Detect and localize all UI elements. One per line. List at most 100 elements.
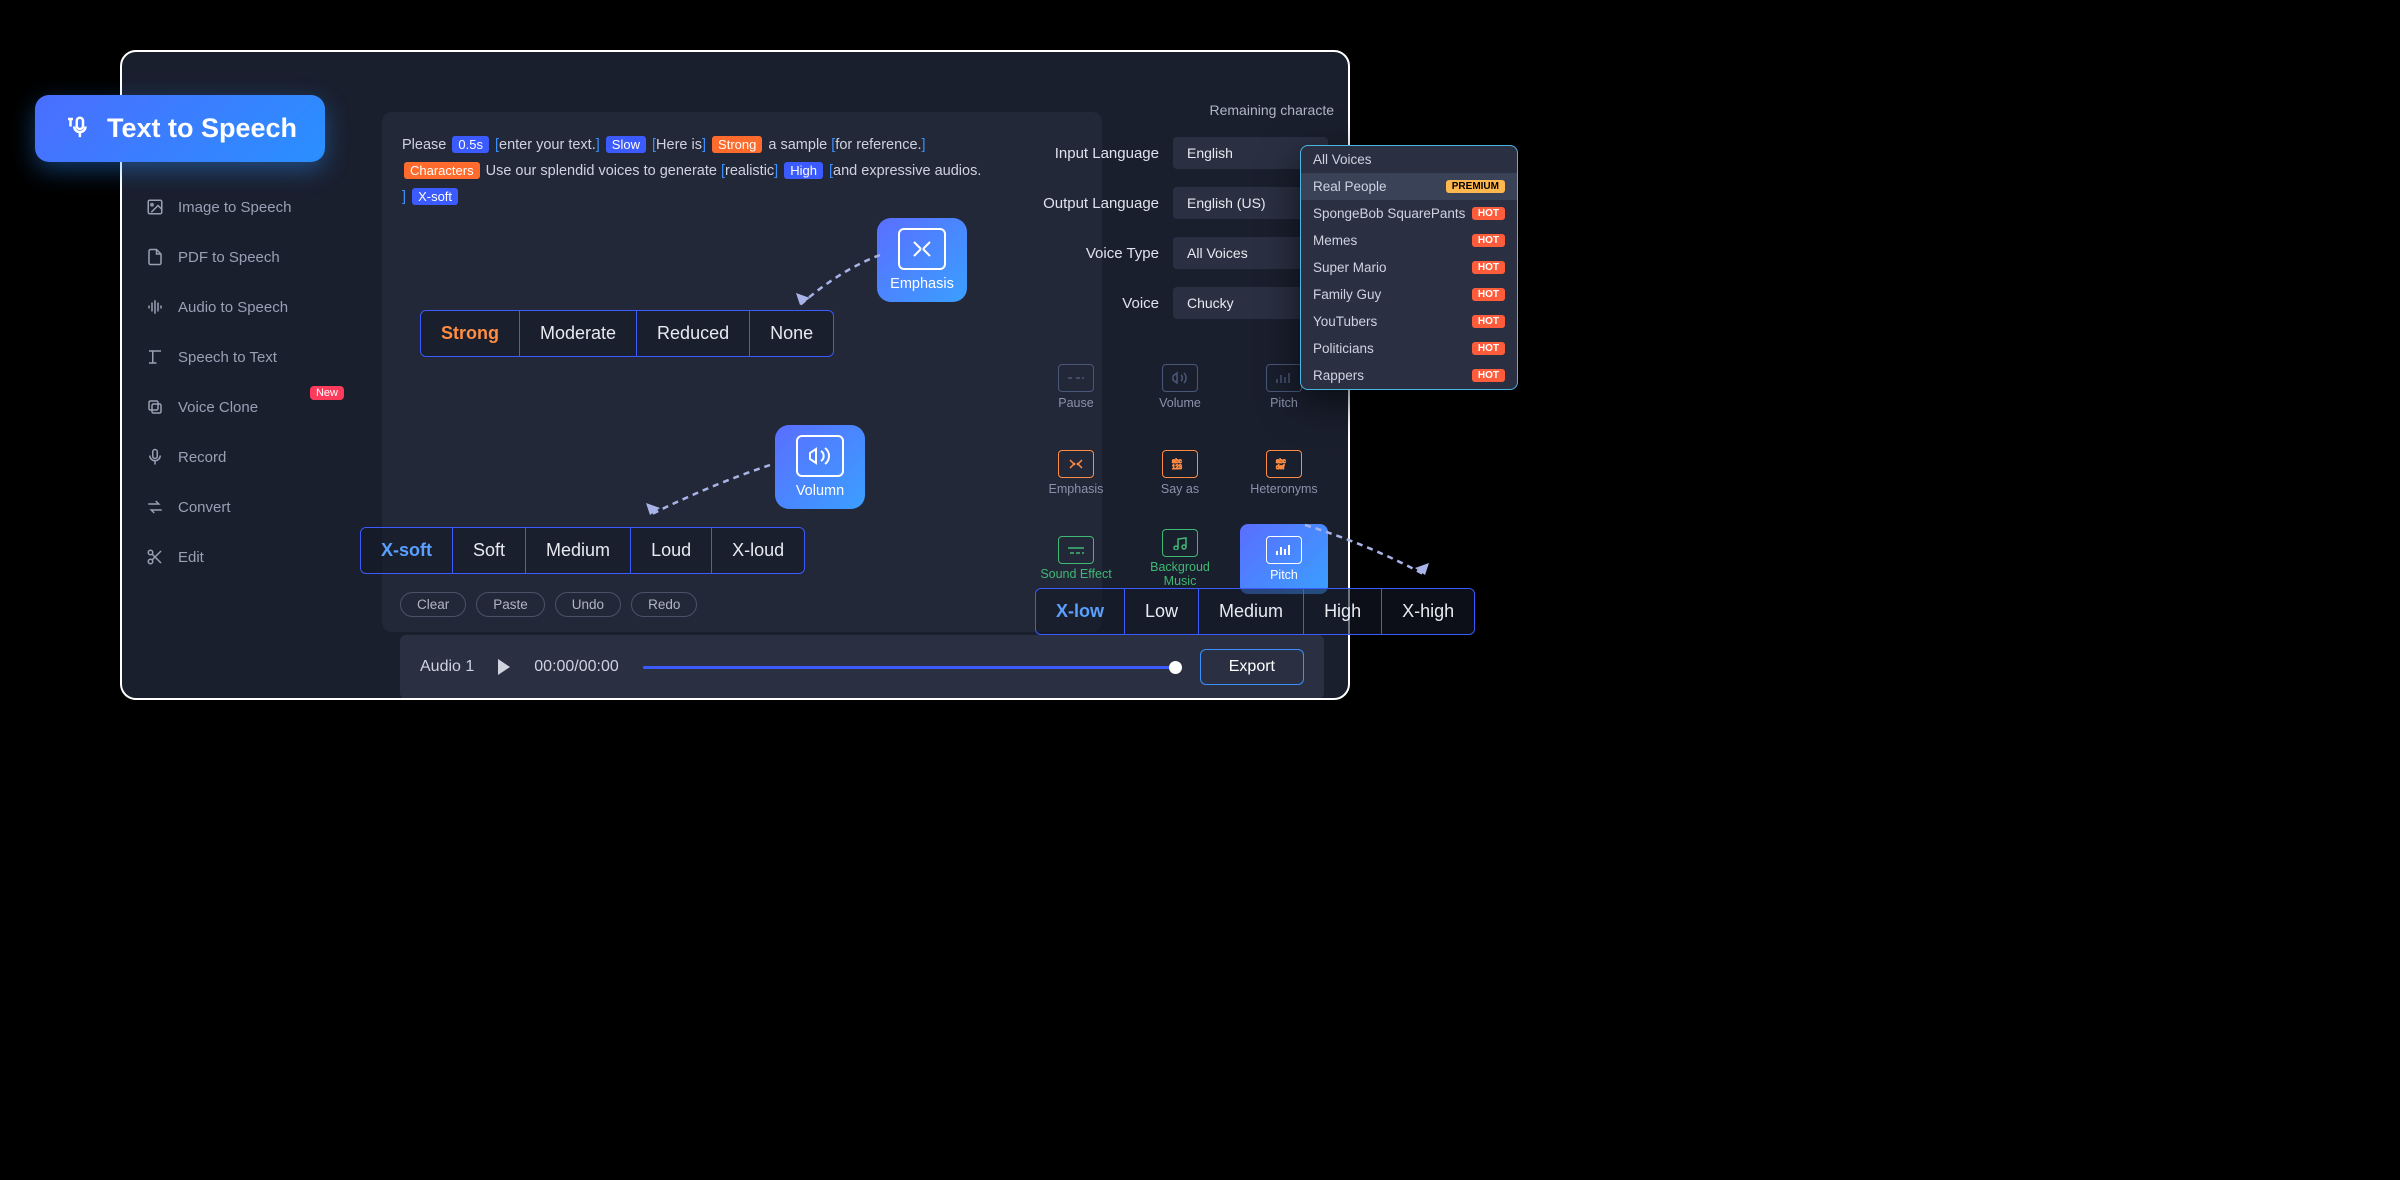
- tool-emphasis[interactable]: Emphasis: [1032, 438, 1120, 508]
- pause-icon: [1058, 364, 1094, 392]
- voice-dropdown-item[interactable]: YouTubers HOT: [1301, 308, 1517, 335]
- input-language-row: Input Language English: [1038, 137, 1328, 169]
- sidebar-item-label: Image to Speech: [178, 199, 291, 216]
- output-language-row: Output Language English (US): [1038, 187, 1328, 219]
- voice-label: Voice: [1038, 295, 1173, 312]
- emphasis-tag[interactable]: Strong: [712, 136, 762, 153]
- volumn-option-medium[interactable]: Medium: [526, 528, 631, 573]
- tool-label: Pause: [1058, 396, 1093, 410]
- scissors-icon: [146, 548, 164, 566]
- emphasis-option-reduced[interactable]: Reduced: [637, 311, 750, 356]
- tool-volume[interactable]: Volume: [1136, 352, 1224, 422]
- pitch-option-high[interactable]: High: [1304, 589, 1382, 634]
- volumn-option-xsoft[interactable]: X-soft: [361, 528, 453, 573]
- input-language-label: Input Language: [1038, 145, 1173, 162]
- clear-button[interactable]: Clear: [400, 592, 466, 617]
- pitch-option-medium[interactable]: Medium: [1199, 589, 1304, 634]
- volume-tag[interactable]: X-soft: [412, 188, 458, 205]
- voice-type-row: Voice Type All Voices: [1038, 237, 1328, 269]
- speed-tag[interactable]: Slow: [606, 136, 646, 153]
- pitch-option-xhigh[interactable]: X-high: [1382, 589, 1474, 634]
- voice-dropdown-badge: HOT: [1472, 234, 1505, 247]
- sayas-tag[interactable]: Characters: [404, 162, 480, 179]
- time-display: 00:00/00:00: [534, 658, 619, 676]
- volumn-callout: Volumn: [775, 425, 865, 509]
- volume-icon: [796, 435, 844, 477]
- remaining-characters-label: Remaining characte: [1209, 102, 1334, 118]
- export-button[interactable]: Export: [1200, 649, 1304, 685]
- voice-dropdown-label: Memes: [1313, 233, 1357, 248]
- tool-heteronyms[interactable]: abcdef Heteronyms: [1240, 438, 1328, 508]
- emphasis-options: Strong Moderate Reduced None: [420, 310, 834, 357]
- svg-text:123: 123: [1172, 465, 1183, 471]
- voice-dropdown-item[interactable]: Memes HOT: [1301, 227, 1517, 254]
- voice-dropdown-label: Rappers: [1313, 368, 1364, 383]
- tool-label: Pitch: [1270, 396, 1298, 410]
- paste-button[interactable]: Paste: [476, 592, 545, 617]
- undo-button[interactable]: Undo: [555, 592, 621, 617]
- emphasis-icon: [898, 228, 946, 270]
- sidebar-item-record[interactable]: Record: [122, 432, 362, 482]
- sidebar-item-label: PDF to Speech: [178, 249, 280, 266]
- sidebar-item-label: Edit: [178, 549, 204, 566]
- pitch-tag-high[interactable]: High: [784, 162, 823, 179]
- arrow-pitch: [1300, 520, 1440, 595]
- sidebar-item-label: Record: [178, 449, 226, 466]
- music-icon: [1162, 529, 1198, 557]
- voice-dropdown-badge: PREMIUM: [1446, 180, 1505, 193]
- play-button[interactable]: [498, 659, 510, 675]
- badge-label: Text to Speech: [107, 113, 297, 144]
- voice-type-dropdown: All Voices Real People PREMIUM SpongeBob Sq…: [1300, 145, 1518, 390]
- pitch-option-low[interactable]: Low: [1125, 589, 1199, 634]
- voice-dropdown-label: Family Guy: [1313, 287, 1381, 302]
- pitch-icon: [1266, 364, 1302, 392]
- clone-icon: [146, 398, 164, 416]
- arrow-emphasis: [790, 250, 890, 325]
- voice-dropdown-badge: HOT: [1472, 261, 1505, 274]
- emphasis-icon: [1058, 450, 1094, 478]
- voice-dropdown-item[interactable]: Family GuyHOT: [1301, 281, 1517, 308]
- progress-bar[interactable]: [643, 666, 1176, 669]
- callout-label: Emphasis: [877, 276, 967, 292]
- tool-label: Heteronyms: [1250, 482, 1317, 496]
- pause-tag[interactable]: 0.5s: [452, 136, 489, 153]
- right-controls: Input Language English Output Language E…: [1038, 137, 1328, 337]
- volumn-option-soft[interactable]: Soft: [453, 528, 526, 573]
- voice-dropdown-item[interactable]: SpongeBob SquarePants HOT: [1301, 200, 1517, 227]
- voice-dropdown-item[interactable]: PoliticiansHOT: [1301, 335, 1517, 362]
- tool-pause[interactable]: Pause: [1032, 352, 1120, 422]
- voice-dropdown-badge: HOT: [1472, 315, 1505, 328]
- voice-dropdown-item[interactable]: All Voices: [1301, 146, 1517, 173]
- mic-icon: [63, 114, 93, 144]
- emphasis-option-moderate[interactable]: Moderate: [520, 311, 637, 356]
- redo-button[interactable]: Redo: [631, 592, 697, 617]
- sidebar-item-pdf-to-speech[interactable]: PDF to Speech: [122, 232, 362, 282]
- tool-label: Say as: [1161, 482, 1199, 496]
- sidebar-item-label: Convert: [178, 499, 231, 516]
- text-icon: [146, 348, 164, 366]
- voice-dropdown-label: All Voices: [1313, 152, 1372, 167]
- voice-dropdown-badge: HOT: [1472, 207, 1505, 220]
- emphasis-callout: Emphasis: [877, 218, 967, 302]
- voice-dropdown-label: Politicians: [1313, 341, 1374, 356]
- voice-dropdown-item[interactable]: RappersHOT: [1301, 362, 1517, 389]
- sidebar-item-image-to-speech[interactable]: Image to Speech: [122, 182, 362, 232]
- sidebar-item-label: Voice Clone: [178, 399, 258, 416]
- voice-dropdown-label: Real People: [1313, 179, 1387, 194]
- voice-dropdown-item[interactable]: Real People PREMIUM: [1301, 173, 1517, 200]
- sidebar-item-edit[interactable]: Edit: [122, 532, 362, 582]
- voice-dropdown-item[interactable]: Super MarioHOT: [1301, 254, 1517, 281]
- sayas-icon: abc123: [1162, 450, 1198, 478]
- tool-label: Emphasis: [1049, 482, 1104, 496]
- tool-say-as[interactable]: abc123 Say as: [1136, 438, 1224, 508]
- pdf-icon: [146, 248, 164, 266]
- sidebar-item-audio-to-speech[interactable]: Audio to Speech: [122, 282, 362, 332]
- voice-dropdown-label: YouTubers: [1313, 314, 1377, 329]
- sidebar-item-voice-clone[interactable]: Voice Clone New: [122, 382, 362, 432]
- image-icon: [146, 198, 164, 216]
- sidebar-item-speech-to-text[interactable]: Speech to Text: [122, 332, 362, 382]
- voice-dropdown-label: SpongeBob SquarePants: [1313, 206, 1465, 221]
- emphasis-option-strong[interactable]: Strong: [421, 311, 520, 356]
- pitch-option-xlow[interactable]: X-low: [1036, 589, 1125, 634]
- sidebar-item-convert[interactable]: Convert: [122, 482, 362, 532]
